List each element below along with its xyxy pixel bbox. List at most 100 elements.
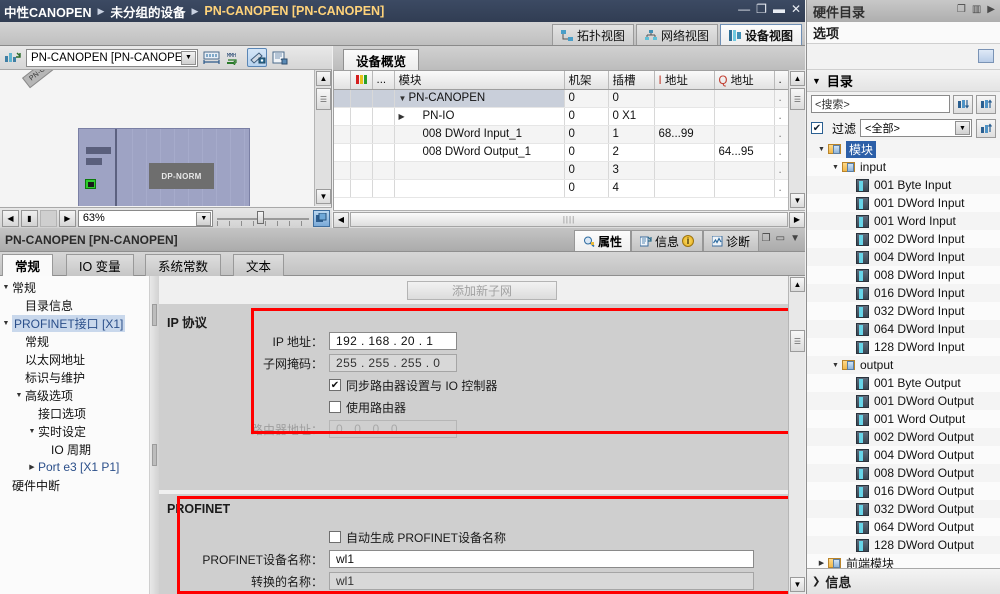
cell-ellipsis[interactable]: [372, 179, 395, 198]
fit-window-icon[interactable]: [201, 48, 221, 67]
catalog-item-21[interactable]: 064 DWord Output: [807, 518, 1000, 536]
cell-i-address[interactable]: [654, 161, 715, 180]
cell-tail[interactable]: .: [774, 89, 790, 108]
scroll-left-icon[interactable]: ◀: [2, 209, 19, 227]
profile-icon[interactable]: [976, 118, 996, 138]
cell-module[interactable]: 008 DWord Input_1: [394, 125, 565, 144]
columns-icon[interactable]: ▥: [972, 4, 981, 15]
device-selector-combo[interactable]: PN-CANOPEN [PN-CANOPEN] ▼: [26, 48, 198, 67]
splitter-grip[interactable]: [152, 444, 157, 466]
rack-head-module[interactable]: [79, 129, 117, 206]
scroll-thumb[interactable]: ☰: [790, 330, 805, 352]
subtab-io-tags[interactable]: IO 变量: [66, 254, 134, 276]
cell-q-address[interactable]: [714, 89, 775, 108]
scroll-up-icon[interactable]: ▲: [316, 71, 331, 86]
cell-q-address[interactable]: [714, 161, 775, 180]
chevron-down-icon[interactable]: ▼: [790, 233, 800, 244]
cell-tail[interactable]: .: [774, 161, 790, 180]
th-q-address[interactable]: Q 地址: [714, 71, 775, 90]
cell-slot[interactable]: 3: [608, 161, 655, 180]
catalog-item-2[interactable]: 001 Byte Input: [807, 176, 1000, 194]
catalog-item-4[interactable]: 001 Word Input: [807, 212, 1000, 230]
catalog-item-18[interactable]: 008 DWord Output: [807, 464, 1000, 482]
breadcrumb-item-group[interactable]: 未分组的设备: [110, 2, 185, 21]
th-i-address[interactable]: I 地址: [654, 71, 715, 90]
checkbox-checked-icon[interactable]: ✔: [329, 379, 341, 391]
cell-marker[interactable]: [334, 179, 351, 198]
cell-marker[interactable]: [334, 107, 351, 126]
cell-status[interactable]: [350, 161, 373, 180]
catalog-item-14[interactable]: 001 DWord Output: [807, 392, 1000, 410]
checkbox-unchecked-icon[interactable]: [329, 531, 341, 543]
nav-item-10[interactable]: ▶ Port e3 [X1 P1]: [0, 458, 149, 476]
search-down-icon[interactable]: [953, 94, 973, 114]
nav-item-3[interactable]: 常规: [0, 332, 149, 350]
print-preview-icon[interactable]: [270, 48, 290, 67]
cell-slot[interactable]: 2: [608, 143, 655, 162]
table-row[interactable]: ▼ PN-CANOPEN 0 0.: [334, 89, 790, 108]
catalog-item-11[interactable]: 128 DWord Input: [807, 338, 1000, 356]
cell-module[interactable]: ▶ PN-IO: [394, 107, 565, 126]
cell-ellipsis[interactable]: [372, 89, 395, 108]
breadcrumb-item-device[interactable]: PN-CANOPEN [PN-CANOPEN]: [204, 4, 384, 18]
tab-network-view[interactable]: 网络视图: [635, 24, 718, 45]
nav-item-5[interactable]: 标识与维护: [0, 368, 149, 386]
cell-rack[interactable]: 0: [564, 143, 609, 162]
hscroll-track[interactable]: [39, 209, 57, 227]
sync-router-checkbox[interactable]: ✔ 同步路由器设置与 IO 控制器: [329, 374, 497, 396]
overlay-toggle-icon[interactable]: [313, 209, 331, 227]
cell-i-address[interactable]: 68...99: [654, 125, 715, 144]
catalog-item-5[interactable]: 002 DWord Input: [807, 230, 1000, 248]
catalog-item-13[interactable]: 001 Byte Output: [807, 374, 1000, 392]
tab-info[interactable]: 信息 i: [630, 230, 703, 251]
cell-status[interactable]: [350, 143, 373, 162]
nav-item-0[interactable]: ▼ 常规: [0, 278, 149, 296]
cell-status[interactable]: [350, 125, 373, 144]
scroll-down-icon[interactable]: ▼: [790, 577, 805, 592]
cell-tail[interactable]: .: [774, 107, 790, 126]
cell-ellipsis[interactable]: [372, 161, 395, 180]
close-icon[interactable]: ✕: [791, 3, 801, 15]
cell-rack[interactable]: 0: [564, 125, 609, 144]
network-overview-icon[interactable]: [3, 48, 23, 67]
cell-i-address[interactable]: [654, 89, 715, 108]
table-row[interactable]: ▶ PN-IO 0 0 X1.: [334, 107, 790, 126]
cell-q-address[interactable]: [714, 179, 775, 198]
catalog-item-15[interactable]: 001 Word Output: [807, 410, 1000, 428]
scroll-down-icon[interactable]: ▼: [316, 189, 331, 204]
nav-item-2[interactable]: ▼ PROFINET接口 [X1]: [0, 314, 149, 332]
minimize-icon[interactable]: ▭: [776, 233, 785, 244]
overview-hscrollbar[interactable]: ◀ |||| ▶: [333, 210, 805, 228]
nav-expander-icon[interactable]: ▶: [26, 463, 38, 471]
tab-device-view[interactable]: 设备视图: [719, 24, 802, 45]
device-view-vscrollbar[interactable]: ▲ ☰ ▼: [314, 70, 331, 206]
float-icon[interactable]: ❐: [762, 233, 771, 244]
subnet-mask-input[interactable]: 255 . 255 . 255 . 0: [329, 354, 457, 372]
nav-item-7[interactable]: 接口选项: [0, 404, 149, 422]
device-rack-graphic[interactable]: DP-NORM: [78, 128, 250, 206]
cell-marker[interactable]: [334, 143, 351, 162]
th-module[interactable]: 模块: [394, 71, 565, 90]
checkbox-unchecked-icon[interactable]: [329, 401, 341, 413]
cell-ellipsis[interactable]: [372, 125, 395, 144]
cell-ellipsis[interactable]: [372, 143, 395, 162]
nav-item-11[interactable]: 硬件中断: [0, 476, 149, 494]
dp-norm-module[interactable]: DP-NORM: [149, 163, 214, 189]
nav-item-4[interactable]: 以太网地址: [0, 350, 149, 368]
expand-arrow-icon[interactable]: ▶: [987, 4, 995, 15]
scroll-left-icon[interactable]: ◀: [333, 211, 349, 228]
catalog-item-1[interactable]: ▼ input: [807, 158, 1000, 176]
search-up-icon[interactable]: [976, 94, 996, 114]
catalog-expander-icon[interactable]: ▼: [829, 164, 842, 171]
catalog-info-footer[interactable]: ❯ 信息: [807, 568, 1000, 594]
filter-combo[interactable]: <全部> ▼: [860, 119, 972, 137]
maximize-icon[interactable]: ▬: [773, 3, 785, 15]
row-expander-icon[interactable]: ▼: [399, 94, 409, 103]
cell-tail[interactable]: .: [774, 125, 790, 144]
catalog-expander-icon[interactable]: ▼: [829, 362, 842, 369]
auto-generate-name-checkbox[interactable]: 自动生成 PROFINET设备名称: [329, 526, 506, 548]
table-row[interactable]: 03.: [334, 161, 790, 180]
catalog-item-23[interactable]: ▶ 前端模块: [807, 554, 1000, 568]
use-router-checkbox[interactable]: 使用路由器: [329, 396, 406, 418]
catalog-item-22[interactable]: 128 DWord Output: [807, 536, 1000, 554]
